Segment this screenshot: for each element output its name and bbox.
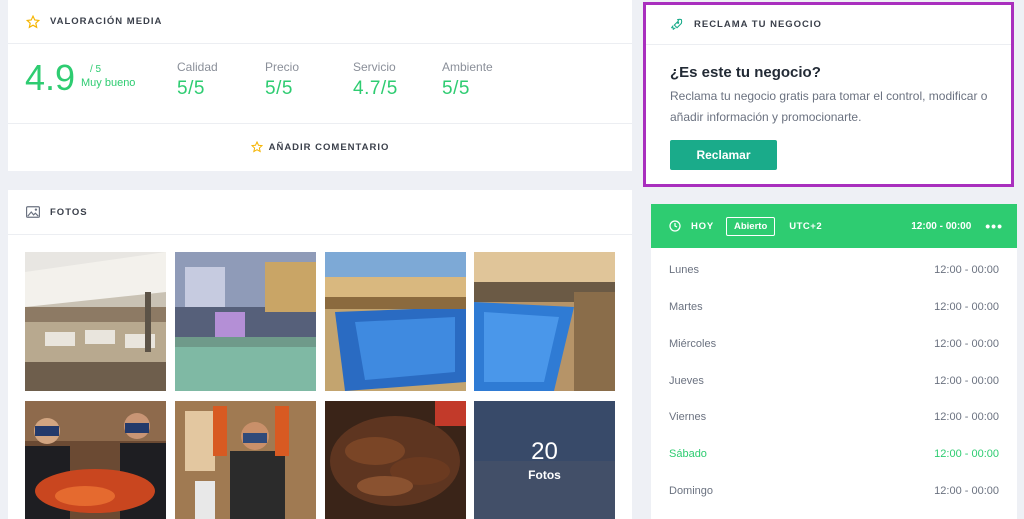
day-name: Jueves (669, 375, 704, 387)
claim-header: RECLAMA TU NEGOCIO (646, 5, 1011, 45)
rating-title: VALORACIÓN MEDIA (50, 16, 163, 27)
score-max: / 5 (90, 64, 102, 75)
photo-pool-day[interactable] (325, 252, 466, 391)
more-photos-overlay: 20 Fotos (474, 401, 615, 519)
schedule-card: HOY Abierto UTC+2 12:00 - 00:00 ••• Lune… (651, 204, 1017, 519)
photo-terrace[interactable] (25, 252, 166, 391)
more-options-icon[interactable]: ••• (985, 219, 1003, 233)
day-row-domingo: Domingo 12:00 - 00:00 (669, 485, 999, 497)
schedule-header: HOY Abierto UTC+2 12:00 - 00:00 ••• (651, 204, 1017, 248)
today-hours: 12:00 - 00:00 (911, 220, 972, 232)
photo-staff-seafood[interactable] (25, 401, 166, 519)
score-word: Muy bueno (81, 77, 136, 89)
photos-card: FOTOS 20 Fotos (8, 190, 632, 519)
day-hours: 12:00 - 00:00 (934, 264, 999, 276)
day-name: Martes (669, 301, 703, 313)
metric-ambiente: Ambiente 5/5 (442, 60, 493, 100)
today-label: HOY (691, 220, 714, 232)
claim-button[interactable]: Reclamar (670, 140, 777, 170)
day-row-sabado: Sábado 12:00 - 00:00 (669, 448, 999, 460)
add-comment-button[interactable]: AÑADIR COMENTARIO (8, 124, 632, 170)
day-hours: 12:00 - 00:00 (934, 301, 999, 313)
day-row-martes: Martes 12:00 - 00:00 (669, 301, 999, 313)
more-photos-count: 20 (531, 438, 558, 465)
metric-label: Precio (265, 60, 300, 74)
image-icon (26, 206, 40, 218)
metric-servicio: Servicio 4.7/5 (353, 60, 398, 100)
star-icon (26, 14, 40, 29)
more-photos-label: Fotos (528, 468, 561, 482)
photo-pool-terrace[interactable] (474, 252, 615, 391)
day-hours: 12:00 - 00:00 (934, 375, 999, 387)
photos-title: FOTOS (50, 206, 88, 218)
rating-header: VALORACIÓN MEDIA (8, 0, 632, 44)
day-row-viernes: Viernes 12:00 - 00:00 (669, 411, 999, 423)
photo-pool-night[interactable] (175, 252, 316, 391)
metric-value: 5/5 (442, 78, 470, 99)
day-hours: 12:00 - 00:00 (934, 448, 999, 460)
average-score: 4.9 (25, 57, 76, 98)
day-hours: 12:00 - 00:00 (934, 411, 999, 423)
clock-icon (669, 220, 681, 232)
day-row-jueves: Jueves 12:00 - 00:00 (669, 375, 999, 387)
photos-header: FOTOS (8, 190, 632, 235)
timezone-label: UTC+2 (789, 220, 823, 232)
claim-description: Reclama tu negocio gratis para tomar el … (670, 89, 988, 124)
metric-calidad: Calidad 5/5 (177, 60, 218, 100)
star-icon (250, 141, 263, 153)
day-name: Sábado (669, 448, 707, 460)
add-comment-label: AÑADIR COMENTARIO (268, 141, 390, 153)
day-hours: 12:00 - 00:00 (934, 338, 999, 350)
day-hours: 12:00 - 00:00 (934, 485, 999, 497)
metric-value: 5/5 (177, 78, 205, 99)
metric-precio: Precio 5/5 (265, 60, 299, 100)
metric-label: Servicio (353, 60, 396, 74)
day-name: Miércoles (669, 338, 717, 350)
photo-grilled-meat[interactable] (325, 401, 466, 519)
metric-value: 4.7/5 (353, 78, 398, 99)
photo-more[interactable]: 20 Fotos (474, 401, 615, 519)
day-name: Domingo (669, 485, 714, 497)
rating-summary: 4.9 / 5 Muy bueno Calidad 5/5 Precio 5/5… (8, 44, 632, 124)
claim-question: ¿Es este tu negocio? (670, 64, 821, 81)
photo-chef-lobster[interactable] (175, 401, 316, 519)
day-name: Lunes (669, 264, 699, 276)
day-row-miercoles: Miércoles 12:00 - 00:00 (669, 338, 999, 350)
metric-value: 5/5 (265, 78, 293, 99)
rating-card: VALORACIÓN MEDIA 4.9 / 5 Muy bueno Calid… (8, 0, 632, 171)
metric-label: Calidad (177, 60, 218, 74)
claim-business-card: RECLAMA TU NEGOCIO ¿Es este tu negocio? … (643, 2, 1014, 187)
claim-title: RECLAMA TU NEGOCIO (694, 19, 822, 30)
metric-label: Ambiente (442, 60, 493, 74)
open-status-badge: Abierto (726, 216, 776, 236)
day-name: Viernes (669, 411, 707, 423)
rocket-icon (670, 18, 684, 32)
day-row-lunes: Lunes 12:00 - 00:00 (669, 264, 999, 276)
